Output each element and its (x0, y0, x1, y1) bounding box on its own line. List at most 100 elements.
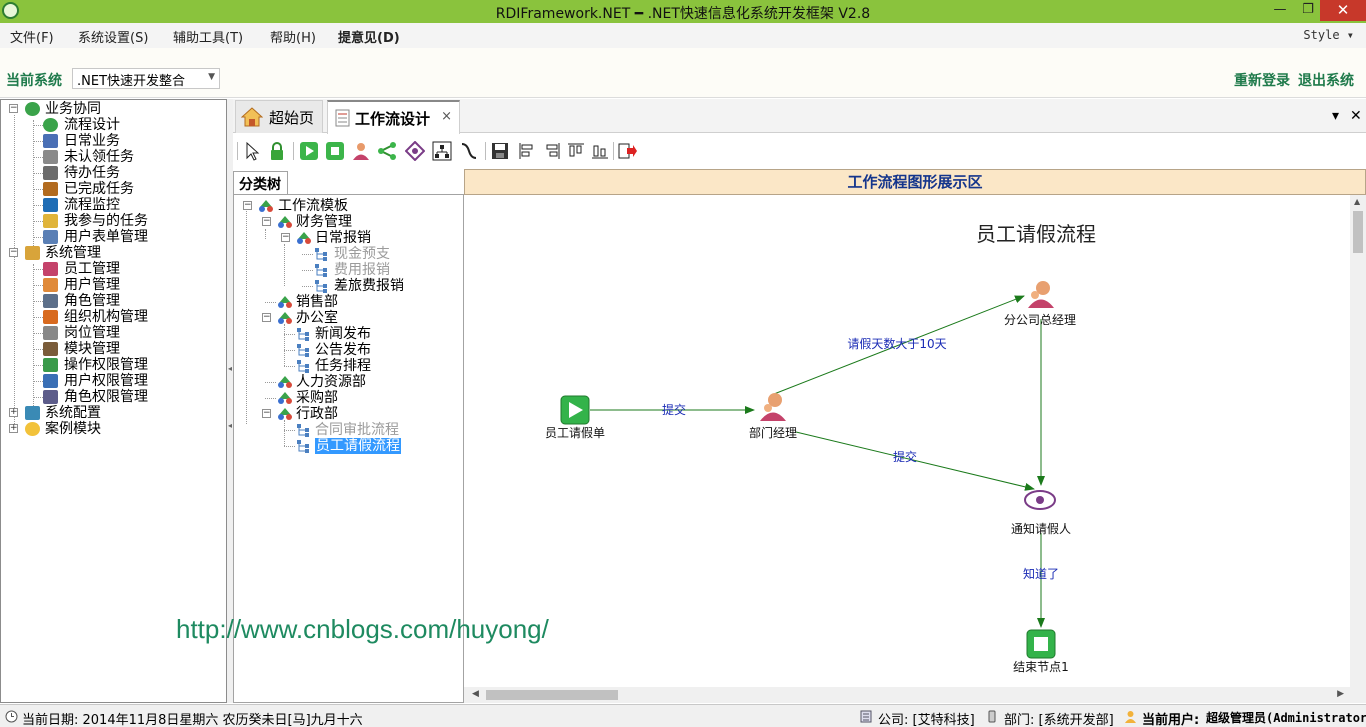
system-bar: 当前系统 .NET快速开发整合 ▼ 重新登录 退出系统 (0, 48, 1366, 98)
scroll-left-icon[interactable]: ◀ (472, 689, 479, 699)
category-item[interactable]: − 日常报销 (234, 230, 462, 246)
category-item[interactable]: 人力资源部 (234, 374, 462, 390)
category-item[interactable]: − 行政部 (234, 406, 462, 422)
nav-item[interactable]: 员工管理 (1, 261, 221, 277)
current-system-label: 当前系统 (6, 73, 62, 89)
category-item[interactable]: − 办公室 (234, 310, 462, 326)
category-item[interactable]: 公告发布 (234, 342, 462, 358)
notify-node-icon[interactable] (405, 141, 425, 161)
nav-item[interactable]: 流程监控 (1, 197, 221, 213)
category-tree-tab[interactable]: 分类树 (233, 171, 288, 194)
flow-canvas[interactable]: 员工请假流程 提交 请假天数大于10天 提交 知道了 员工请假单 部门经理 分公… (464, 195, 1351, 687)
tab-workflow-design[interactable]: 工作流设计 × (327, 100, 460, 134)
category-item[interactable]: 任务排程 (234, 358, 462, 374)
scroll-right-icon[interactable]: ▶ (1337, 689, 1344, 699)
collapse-icon[interactable]: − (262, 313, 271, 322)
flow-vertical-scrollbar[interactable]: ▲ (1350, 195, 1366, 687)
flow-node-dept-manager[interactable]: 部门经理 (749, 393, 797, 440)
flow-diagram: 员工请假流程 提交 请假天数大于10天 提交 知道了 员工请假单 部门经理 分公… (545, 222, 1096, 674)
flow-horizontal-scrollbar[interactable]: ◀ ▶ (464, 687, 1366, 703)
nav-item[interactable]: + 案例模块 (1, 421, 221, 437)
branch-icon[interactable] (377, 141, 397, 161)
align-top-icon[interactable] (566, 141, 586, 161)
export-icon[interactable] (617, 141, 637, 161)
scroll-up-icon[interactable]: ▲ (1354, 197, 1360, 206)
org-node-icon[interactable] (432, 141, 452, 161)
menu-help[interactable]: 帮助(H) (270, 27, 316, 46)
flow-node-start[interactable]: 员工请假单 (545, 395, 605, 440)
category-item[interactable]: − 工作流模板 (234, 198, 462, 214)
nav-item[interactable]: 角色管理 (1, 293, 221, 309)
tab-list-dropdown[interactable]: ▾ (1332, 108, 1339, 124)
nav-item[interactable]: − 系统管理 (1, 245, 221, 261)
nav-item[interactable]: 已完成任务 (1, 181, 221, 197)
flow-design-icon (43, 118, 58, 132)
nav-item[interactable]: 模块管理 (1, 341, 221, 357)
nav-item[interactable]: 组织机构管理 (1, 309, 221, 325)
close-all-tabs-button[interactable]: ✕ (1350, 108, 1362, 124)
maximize-button[interactable]: ❐ (1294, 0, 1322, 21)
close-window-button[interactable]: ✕ (1320, 0, 1366, 21)
nav-item[interactable]: 用户权限管理 (1, 373, 221, 389)
exit-system-link[interactable]: 退出系统 (1298, 70, 1354, 90)
tab-start-page[interactable]: 超始页 (235, 100, 323, 133)
collapse-icon[interactable]: − (262, 409, 271, 418)
nav-item[interactable]: 用户管理 (1, 277, 221, 293)
nav-item[interactable]: 流程设计 (1, 117, 221, 133)
collapse-icon[interactable]: − (243, 201, 252, 210)
relogin-link[interactable]: 重新登录 (1234, 70, 1290, 90)
category-item[interactable]: 费用报销 (234, 262, 462, 278)
category-item[interactable]: 员工请假流程 (234, 438, 462, 454)
nav-item[interactable]: 我参与的任务 (1, 213, 221, 229)
expand-icon[interactable]: + (9, 408, 18, 417)
category-item[interactable]: 采购部 (234, 390, 462, 406)
category-item[interactable]: 新闻发布 (234, 326, 462, 342)
nav-item[interactable]: 操作权限管理 (1, 357, 221, 373)
nav-item[interactable]: 未认领任务 (1, 149, 221, 165)
nav-item[interactable]: 岗位管理 (1, 325, 221, 341)
start-node-icon[interactable] (299, 141, 319, 161)
category-item-label: 销售部 (296, 294, 338, 310)
expand-icon[interactable]: + (9, 424, 18, 433)
pointer-icon[interactable] (242, 141, 262, 161)
scroll-thumb[interactable] (486, 690, 618, 700)
nav-item[interactable]: 角色权限管理 (1, 389, 221, 405)
menu-tools[interactable]: 辅助工具(T) (173, 27, 243, 46)
system-select[interactable]: .NET快速开发整合 ▼ (72, 68, 220, 89)
nav-item[interactable]: 用户表单管理 (1, 229, 221, 245)
align-bottom-icon[interactable] (590, 141, 610, 161)
end-node-icon[interactable] (325, 141, 345, 161)
menu-file[interactable]: 文件(F) (10, 27, 54, 46)
style-dropdown[interactable]: Style ▾ (1303, 28, 1354, 42)
collapse-icon[interactable]: − (281, 233, 290, 242)
align-left-icon[interactable] (517, 141, 537, 161)
lock-icon[interactable] (267, 141, 287, 161)
collapse-icon[interactable]: − (9, 248, 18, 257)
scroll-thumb[interactable] (1353, 211, 1363, 253)
category-item[interactable]: 差旅费报销 (234, 278, 462, 294)
tab-close-button[interactable]: × (441, 109, 452, 124)
flow-node-branch-gm[interactable]: 分公司总经理 (1004, 281, 1076, 327)
save-icon[interactable] (490, 141, 510, 161)
collapse-icon[interactable]: − (9, 104, 18, 113)
nav-item[interactable]: 日常业务 (1, 133, 221, 149)
category-folder-icon (259, 200, 273, 212)
workflow-toolbar (233, 137, 1366, 165)
align-right-icon[interactable] (542, 141, 562, 161)
nav-item[interactable]: + 系统配置 (1, 405, 221, 421)
minimize-button[interactable]: — (1266, 0, 1294, 21)
category-item[interactable]: 合同审批流程 (234, 422, 462, 438)
task-node-icon[interactable] (351, 141, 371, 161)
nav-item[interactable]: − 业务协同 (1, 101, 221, 117)
category-item[interactable]: 销售部 (234, 294, 462, 310)
flow-node-end[interactable]: 结束节点1 (1013, 629, 1069, 674)
line-icon[interactable] (459, 141, 479, 161)
menu-feedback[interactable]: 提意见(D) (338, 27, 400, 46)
category-item[interactable]: 现金预支 (234, 246, 462, 262)
flow-node-notify[interactable]: 通知请假人 (1011, 490, 1071, 536)
category-item[interactable]: − 财务管理 (234, 214, 462, 230)
nav-item[interactable]: 待办任务 (1, 165, 221, 181)
menu-system-settings[interactable]: 系统设置(S) (78, 27, 148, 46)
collapse-icon[interactable]: − (262, 217, 271, 226)
category-folder-icon (278, 392, 292, 404)
